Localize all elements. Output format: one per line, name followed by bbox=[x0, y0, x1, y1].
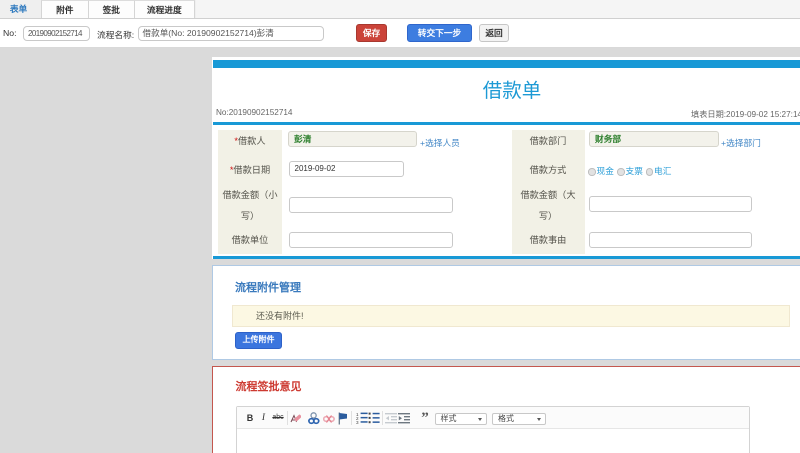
svg-text:3: 3 bbox=[356, 420, 359, 424]
